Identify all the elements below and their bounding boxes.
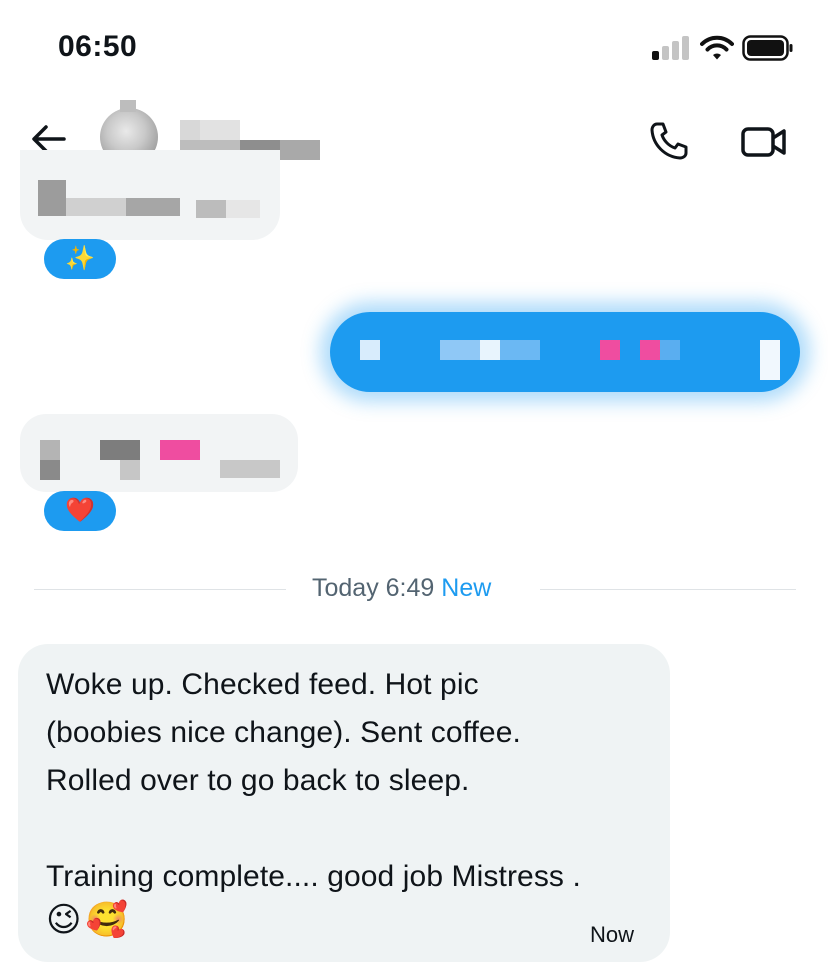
message-emojis: 😉🥰 [46, 901, 132, 939]
sparkles-icon: ✨ [65, 245, 95, 272]
message-line-5: Training complete.... good job Mistress … [46, 860, 581, 893]
video-call-icon[interactable] [740, 124, 788, 160]
outgoing-message-bubble-redacted [330, 312, 800, 392]
cellular-signal-icon [652, 36, 692, 60]
divider-right [540, 589, 796, 590]
message-line-2: (boobies nice change). Sent coffee. [46, 716, 521, 749]
battery-icon [742, 35, 793, 61]
wifi-icon [700, 35, 734, 60]
phone-call-icon[interactable] [648, 120, 690, 162]
message-line-1: Woke up. Checked feed. Hot pic [46, 668, 479, 701]
divider-date: Today 6:49 [312, 574, 435, 602]
reaction-heart[interactable]: ❤️ [44, 491, 116, 531]
message-line-3: Rolled over to go back to sleep. [46, 764, 470, 797]
red-heart-icon: ❤️ [65, 497, 95, 524]
new-label: New [441, 574, 492, 602]
reaction-sparkles[interactable]: ✨ [44, 239, 116, 279]
status-time: 06:50 [58, 30, 138, 63]
message-timestamp: Now [590, 922, 635, 947]
divider-left [34, 589, 286, 590]
new-messages-divider: Today 6:49 New [312, 574, 491, 603]
message-bubble-redacted-2 [20, 414, 298, 492]
